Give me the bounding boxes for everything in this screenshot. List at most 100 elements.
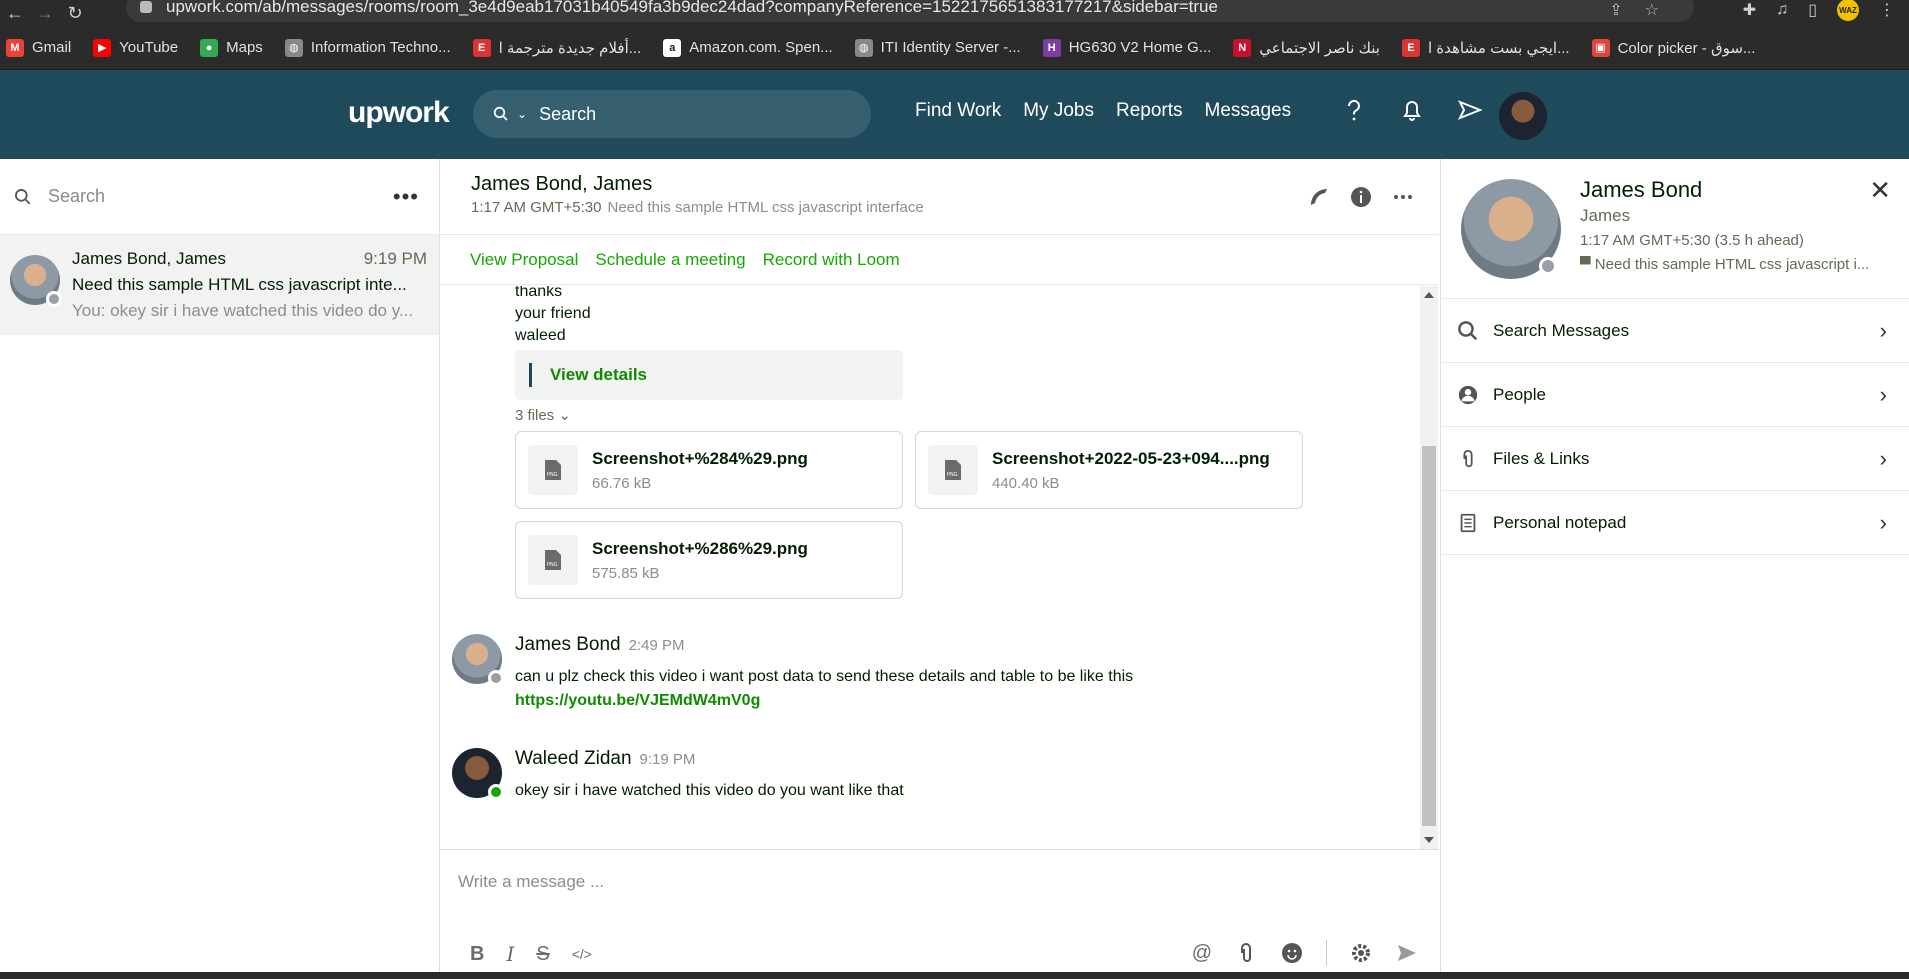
strikethrough-icon[interactable]: S [536, 943, 549, 966]
file-card[interactable]: PNG Screenshot+2022-05-23+094....png 440.… [915, 431, 1303, 509]
info-icon[interactable] [1349, 185, 1373, 209]
more-icon[interactable]: ••• [393, 184, 419, 210]
bookmark-label: HG630 V2 Home G... [1068, 39, 1212, 56]
bookmark-label: أفلام جديدة مترجمة ا... [498, 39, 642, 57]
mention-icon[interactable]: @ [1192, 942, 1212, 965]
more-icon[interactable] [1391, 185, 1415, 209]
sidepanel-icon[interactable]: ▯ [1808, 0, 1817, 20]
sidebar-item-label: Personal notepad [1493, 512, 1627, 532]
close-icon[interactable]: ✕ [1869, 175, 1891, 206]
header-search-placeholder: Search [539, 103, 597, 124]
avatar[interactable] [452, 634, 504, 686]
sidebar-item-notepad[interactable]: Personal notepad › [1441, 491, 1909, 555]
scroll-down-icon[interactable] [1424, 837, 1434, 843]
header-search[interactable]: ⌄ Search [473, 90, 871, 138]
gear-icon[interactable] [1349, 941, 1373, 965]
view-proposal-link[interactable]: View Proposal [470, 250, 578, 270]
bookmark-item[interactable]: a Amazon.com. Spen... [663, 38, 833, 57]
bell-icon[interactable] [1398, 96, 1426, 124]
chevron-right-icon: › [1879, 381, 1887, 407]
upwork-logo[interactable]: upwork [348, 96, 450, 130]
file-card[interactable]: PNG Screenshot+%286%29.png 575.85 kB [515, 521, 903, 599]
nav-find-work[interactable]: Find Work [915, 100, 1001, 122]
phone-icon[interactable] [1307, 185, 1331, 209]
message-author[interactable]: Waleed Zidan [515, 748, 632, 769]
bookmark-item[interactable]: ● Maps [200, 38, 263, 57]
bookmarks-bar: M Gmail ▶ YouTube ● Maps ◍ Information Techno..… [0, 26, 1909, 70]
contact-time: 1:17 AM GMT+5:30 (3.5 h ahead) [1580, 232, 1804, 249]
italic-icon[interactable]: I [506, 942, 514, 966]
contact-card: James Bond James 1:17 AM GMT+5:30 (3.5 h… [1441, 159, 1909, 299]
address-bar[interactable]: upwork.com/ab/messages/rooms/room_3e4d9e… [126, 0, 1694, 22]
scroll-thumb[interactable] [1422, 446, 1436, 826]
status-dot [488, 784, 504, 800]
view-details-button[interactable]: View details [515, 350, 903, 400]
sidebar-item-search-messages[interactable]: Search Messages › [1441, 299, 1909, 363]
menu-icon[interactable]: ⋮ [1879, 0, 1895, 20]
record-loom-link[interactable]: Record with Loom [763, 250, 900, 270]
lock-icon [140, 1, 152, 13]
star-icon[interactable]: ☆ [1645, 0, 1659, 20]
media-icon[interactable]: ♫ [1776, 1, 1788, 19]
bookmark-favicon: a [663, 38, 682, 57]
files-toggle[interactable]: 3 files ⌄ [515, 406, 571, 424]
message-input[interactable]: Write a message ... [458, 872, 604, 892]
scroll-up-icon[interactable] [1424, 292, 1434, 298]
url-text: upwork.com/ab/messages/rooms/room_3e4d9e… [166, 0, 1218, 16]
taskbar-edge [0, 972, 1909, 979]
bookmark-item[interactable]: N بنك ناصر الاجتماعي [1233, 38, 1380, 57]
bookmark-item[interactable]: ◍ ITI Identity Server -... [854, 38, 1021, 57]
chevron-down-icon[interactable]: ⌄ [517, 107, 527, 121]
sidebar-item-files-links[interactable]: Files & Links › [1441, 427, 1909, 491]
message-author[interactable]: James Bond [515, 634, 621, 655]
app-header: upwork ⌄ Search Find Work My Jobs Report… [0, 70, 1909, 159]
paperclip-icon[interactable] [1234, 941, 1258, 965]
bookmark-item[interactable]: ▶ YouTube [93, 38, 178, 57]
send-icon[interactable] [1395, 941, 1419, 965]
search-icon [493, 106, 508, 121]
profile-avatar[interactable]: WAZ [1837, 0, 1859, 21]
back-icon[interactable]: ← [0, 0, 30, 26]
message-link[interactable]: https://youtu.be/VJEMdW4mV0g [515, 692, 760, 710]
message-text: can u plz check this video i want post d… [515, 668, 1134, 685]
file-card[interactable]: PNG Screenshot+%284%29.png 66.76 kB [515, 431, 903, 509]
bookmark-label: ITI Identity Server -... [880, 39, 1021, 56]
emoji-icon[interactable] [1280, 941, 1304, 965]
rooms-search[interactable]: Search ••• [0, 159, 439, 235]
bookmark-item[interactable]: E ايجي بست مشاهدة ا... [1401, 38, 1570, 57]
avatar[interactable] [452, 748, 504, 800]
message-text: okey sir i have watched this video do yo… [515, 782, 904, 799]
room-item[interactable]: James Bond, James 9:19 PM Need this samp… [0, 235, 439, 335]
room-job: Need this sample HTML css javascript int… [72, 275, 407, 294]
schedule-meeting-link[interactable]: Schedule a meeting [595, 250, 745, 270]
extensions-icon[interactable]: ✚ [1743, 0, 1756, 20]
bookmark-favicon: ◍ [284, 38, 303, 57]
sidebar-item-people[interactable]: People › [1441, 363, 1909, 427]
bookmark-item[interactable]: ▣ Color picker - سوق... [1591, 38, 1755, 57]
code-icon[interactable]: </> [572, 946, 592, 962]
status-dot [1539, 257, 1557, 275]
sidebar-item-label: People [1493, 384, 1546, 404]
chat-local-time: 1:17 AM GMT+5:30 [471, 199, 602, 216]
status-dot [488, 670, 504, 686]
bookmark-favicon: ● [200, 38, 219, 57]
forward-icon[interactable]: → [30, 0, 60, 26]
room-name: James Bond, James [72, 249, 227, 268]
message-scrollbar[interactable] [1420, 286, 1438, 849]
help-icon[interactable] [1340, 96, 1368, 124]
bookmark-item[interactable]: M Gmail [6, 38, 71, 57]
send-icon[interactable] [1456, 96, 1484, 124]
reload-icon[interactable]: ↻ [60, 0, 90, 26]
file-name: Screenshot+%284%29.png [592, 448, 808, 468]
bookmark-item[interactable]: H HG630 V2 Home G... [1042, 38, 1212, 57]
user-avatar[interactable] [1497, 90, 1549, 142]
bookmark-item[interactable]: ◍ Information Techno... [284, 38, 451, 57]
bold-icon[interactable]: B [470, 943, 484, 966]
nav-my-jobs[interactable]: My Jobs [1023, 100, 1094, 122]
nav-messages[interactable]: Messages [1205, 100, 1292, 122]
bookmark-item[interactable]: E أفلام جديدة مترجمة ا... [472, 38, 642, 57]
share-icon[interactable]: ⇪ [1609, 0, 1622, 20]
rooms-search-input[interactable]: Search [48, 186, 393, 207]
nav-reports[interactable]: Reports [1116, 100, 1183, 122]
png-file-icon: PNG [928, 445, 978, 495]
